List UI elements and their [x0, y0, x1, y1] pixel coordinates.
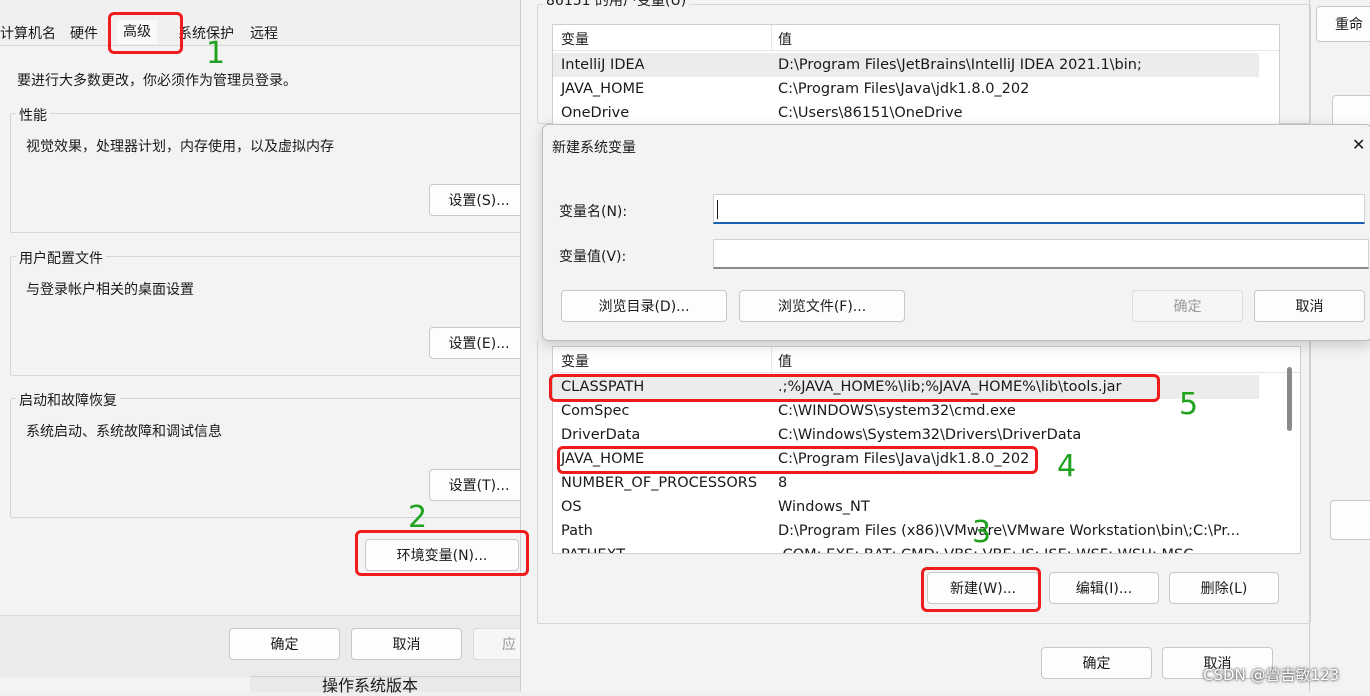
annotation-number-3: 3 [972, 515, 992, 550]
annotation-number-1: 1 [206, 36, 226, 71]
startup-recovery-settings-button[interactable]: 设置(T)... [429, 469, 529, 501]
tab-computer-name[interactable]: 计算机名 [0, 22, 62, 46]
delete-variable-button[interactable]: 删除(L) [1169, 572, 1279, 604]
variable-value-label: 变量值(V): [559, 249, 627, 265]
user-vars-header: 变量 值 [553, 25, 1279, 51]
user-profiles-desc: 与登录帐户相关的桌面设置 [26, 282, 194, 298]
performance-settings-button[interactable]: 设置(S)... [429, 184, 529, 216]
watermark: CSDN @曾吉敏123 [1203, 666, 1340, 684]
user-profiles-title: 用户配置文件 [16, 248, 106, 268]
performance-title: 性能 [16, 105, 50, 125]
user-var-name: JAVA_HOME [561, 81, 645, 97]
user-var-value: C:\Users\86151\OneDrive [778, 105, 963, 121]
annotation-number-4: 4 [1057, 449, 1077, 484]
variable-value-input[interactable] [713, 239, 1369, 269]
dialog-title: 新建系统变量 [552, 140, 636, 156]
new-variable-button[interactable]: 新建(W)... [927, 572, 1039, 604]
dialog-ok-button[interactable]: 确定 [1132, 290, 1243, 322]
left-cancel-button[interactable]: 取消 [351, 628, 462, 660]
dialog-cancel-button[interactable]: 取消 [1254, 290, 1365, 322]
user-var-value: D:\Program Files\JetBrains\IntelliJ IDEA… [778, 57, 1142, 73]
user-vars-list: 变量 值 IntelliJ IDEA D:\Program Files\JetB… [552, 24, 1280, 134]
apply-label: 应 [502, 637, 516, 653]
tab-hardware[interactable]: 硬件 [64, 22, 104, 46]
close-icon[interactable]: ✕ [1352, 135, 1365, 154]
rename-button[interactable]: 重命 [1316, 6, 1370, 42]
rename-label: 重命 [1335, 17, 1363, 33]
user-var-row[interactable]: JAVA_HOME C:\Program Files\Java\jdk1.8.0… [553, 77, 1259, 101]
background-button[interactable] [1330, 500, 1370, 540]
performance-desc: 视觉效果，处理器计划，内存使用，以及虚拟内存 [26, 139, 334, 155]
text-cursor [717, 200, 718, 219]
user-var-row[interactable]: IntelliJ IDEA D:\Program Files\JetBrains… [553, 53, 1259, 77]
browse-file-button[interactable]: 浏览文件(F)... [739, 290, 905, 322]
startup-recovery-desc: 系统启动、系统故障和调试信息 [26, 424, 222, 440]
annotation-number-2: 2 [408, 500, 428, 535]
variable-name-label: 变量名(N): [559, 204, 628, 220]
system-properties-window: 计算机名 硬件 高级 系统保护 远程 要进行大多数更改，你必须作为管理员登录。 … [0, 0, 533, 695]
user-header-var: 变量 [561, 32, 589, 48]
annotation-number-5: 5 [1179, 387, 1199, 422]
user-profiles-settings-button[interactable]: 设置(E)... [429, 327, 529, 359]
environment-variables-button[interactable]: 环境变量(N)... [365, 539, 519, 571]
startup-recovery-title: 启动和故障恢复 [16, 390, 120, 410]
user-var-name: IntelliJ IDEA [561, 57, 645, 73]
user-var-name: OneDrive [561, 105, 630, 121]
edit-variable-button[interactable]: 编辑(I)... [1049, 572, 1159, 604]
tab-advanced[interactable]: 高级 [117, 20, 157, 44]
admin-note: 要进行大多数更改，你必须作为管理员登录。 [17, 73, 297, 89]
variable-name-input[interactable] [713, 194, 1365, 224]
browse-directory-button[interactable]: 浏览目录(D)... [561, 290, 727, 322]
environment-variables-window: 86151 的用户变量(U) 变量 值 IntelliJ IDEA D:\Pro… [520, 0, 1311, 692]
env-ok-button[interactable]: 确定 [1041, 647, 1152, 679]
user-var-row[interactable]: OneDrive C:\Users\86151\OneDrive [553, 101, 1259, 125]
tab-remote[interactable]: 远程 [244, 22, 284, 46]
user-var-value: C:\Program Files\Java\jdk1.8.0_202 [778, 81, 1030, 97]
left-ok-button[interactable]: 确定 [229, 628, 340, 660]
user-header-val: 值 [778, 32, 792, 48]
os-version-label: 操作系统版本 [322, 676, 419, 695]
user-vars-title: 86151 的用户变量(U) [543, 0, 690, 10]
new-system-variable-dialog: 新建系统变量 ✕ 变量名(N): 变量值(V): 浏览目录(D)... 浏览文件… [542, 124, 1370, 341]
